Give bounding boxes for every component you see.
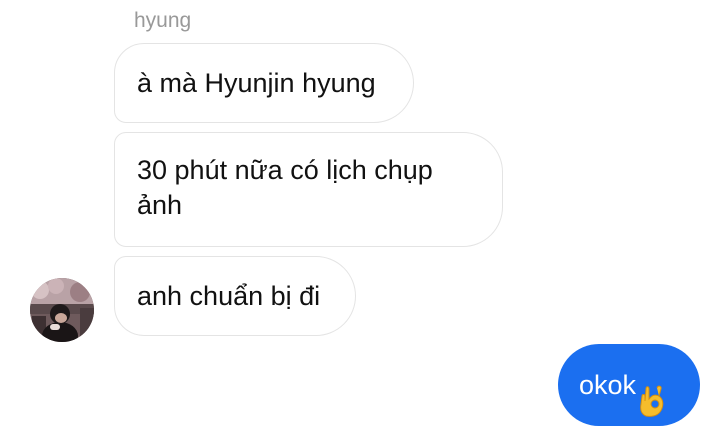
message-text: anh chuẩn bị đi bbox=[137, 281, 321, 311]
ok-hand-icon bbox=[637, 367, 667, 417]
sender-name: hyung bbox=[134, 9, 192, 32]
message-text: à mà Hyunjin hyung bbox=[137, 68, 376, 98]
incoming-message-bubble[interactable]: 30 phút nữa có lịch chụp ảnh bbox=[114, 132, 503, 247]
message-text: 30 phút nữa có lịch chụp ảnh bbox=[137, 155, 433, 220]
chat-thread: hyung à mà Hyunjin hyung 30 phút nữa có … bbox=[0, 0, 719, 442]
message-text: okok bbox=[579, 370, 637, 400]
incoming-message-bubble[interactable]: à mà Hyunjin hyung bbox=[114, 43, 414, 123]
avatar-photo bbox=[30, 278, 94, 342]
avatar[interactable] bbox=[30, 278, 94, 342]
incoming-message-bubble[interactable]: anh chuẩn bị đi bbox=[114, 256, 356, 336]
outgoing-message-bubble[interactable]: okok bbox=[558, 344, 700, 426]
